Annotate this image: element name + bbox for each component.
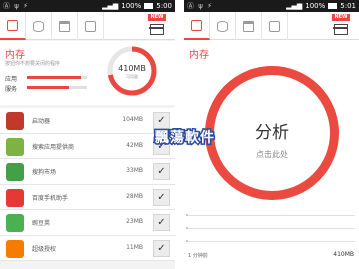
site-watermark: 飄蕩軟件 (153, 128, 216, 146)
memory-total-value: 410MB (118, 64, 146, 73)
database-icon (33, 20, 44, 32)
app-name: 豌豆荚 (32, 220, 51, 227)
status-time-right: 5:01 (340, 2, 356, 10)
app-box-icon (269, 20, 280, 32)
app-select-checkbox[interactable]: ✓ (153, 188, 170, 206)
status-bar: Ⓐ ψ ⚡ ▂▄▆ 100% 5:00 (0, 0, 175, 12)
chip-icon (7, 19, 18, 31)
svg-text:飄蕩軟件: 飄蕩軟件 (154, 129, 215, 146)
home-icon (6, 112, 24, 130)
app-memory-size: 104MB (122, 116, 143, 123)
signal-icon-right: ▂▄▆ (286, 2, 303, 10)
superuser-icon (6, 239, 24, 258)
gift-button-right[interactable]: NEW (330, 13, 352, 39)
new-badge: NEW (148, 14, 166, 21)
status-time: 5:00 (156, 2, 172, 10)
battery-icon (144, 3, 154, 9)
service-usage-bar (27, 86, 87, 89)
app-memory-size: 23MB (126, 218, 143, 225)
trash-icon (243, 20, 254, 32)
app-usage-bar (27, 76, 87, 79)
top-tab-bar: NEW (0, 12, 175, 40)
chart-gridline (188, 215, 355, 216)
battery-icon-right (328, 3, 338, 9)
legend-app: 应用 (5, 76, 18, 83)
battery-percent-right: 100% (305, 2, 326, 10)
tab-apps-right[interactable] (262, 12, 288, 40)
app-name: 搜狗市场 (32, 169, 57, 176)
tab-memory-right[interactable] (184, 12, 210, 40)
status-right-info-right: ▂▄▆ 100% 5:01 (286, 0, 356, 12)
check-icon: ✓ (157, 115, 166, 126)
gift-button[interactable]: NEW (146, 13, 168, 39)
app-row[interactable]: 搜狗市场 33MB ✓ (0, 159, 175, 185)
history-time-label: 1 分钟前 (188, 253, 208, 259)
app-box-icon (85, 20, 96, 32)
signal-icon: ▂▄▆ (102, 2, 119, 10)
status-right-info: ▂▄▆ 100% 5:00 (102, 0, 172, 12)
trash-icon (59, 20, 70, 32)
android-icon (6, 137, 24, 156)
app-usage-fill (27, 76, 81, 79)
memory-summary: 内存 按钮你不想要关闭的程序 应用 服务 410MB 可用量 (0, 41, 175, 105)
app-row[interactable]: 豌豆荚 23MB ✓ (0, 210, 175, 236)
new-badge-right: NEW (332, 14, 350, 21)
battery-percent: 100% (121, 2, 142, 10)
tab-trash-right[interactable] (236, 12, 262, 40)
app-select-checkbox[interactable]: ✓ (153, 112, 170, 129)
chart-tick (186, 227, 188, 229)
tab-storage-right[interactable] (210, 12, 236, 40)
chart-tick (186, 240, 188, 242)
memory-title: 内存 (5, 50, 25, 61)
app-name: 超级授权 (32, 245, 57, 253)
status-system-icons-right: Ⓐ ψ ⚡ (187, 2, 213, 10)
chip-icon (191, 19, 202, 31)
app-name: 搜索应用提供商 (32, 143, 75, 151)
gift-icon (149, 24, 164, 35)
app-memory-size: 33MB (126, 167, 143, 174)
gift-icon (333, 24, 348, 35)
memory-subtitle: 按钮你不想要关闭的程序 (5, 61, 61, 67)
chart-gridline (188, 228, 355, 229)
analyze-hint: 点击此处 (256, 150, 288, 159)
pea-icon (6, 214, 24, 232)
app-select-checkbox[interactable]: ✓ (153, 214, 170, 231)
baidu-icon (6, 188, 24, 207)
legend-service: 服务 (5, 86, 18, 93)
top-tab-bar-right: NEW (184, 12, 359, 40)
service-usage-fill (27, 86, 69, 89)
check-icon: ✓ (157, 217, 166, 228)
market-icon (6, 163, 24, 181)
app-select-checkbox[interactable]: ✓ (153, 239, 170, 257)
tab-apps[interactable] (78, 12, 104, 40)
tab-storage[interactable] (26, 12, 52, 40)
check-icon: ✓ (157, 191, 166, 203)
app-row[interactable]: 百度手机助手 28MB ✓ (0, 184, 175, 210)
status-bar-right: Ⓐ ψ ⚡ ▂▄▆ 100% 5:01 (184, 0, 359, 12)
chart-gridline (188, 241, 355, 242)
app-name: 百度手机助手 (32, 194, 69, 202)
app-memory-size: 28MB (126, 192, 143, 200)
app-select-checkbox[interactable]: ✓ (153, 163, 170, 180)
analyze-page-title: 内存 (189, 50, 209, 61)
check-icon: ✓ (157, 242, 166, 254)
memory-total-unit: 可用量 (126, 74, 138, 79)
history-memory-value: 410MB (333, 251, 354, 258)
screenshot-root: Ⓐ ψ ⚡ ▂▄▆ 100% 5:00 NEW 内存 按钮你不想要关闭的程序 应… (0, 0, 359, 269)
tab-trash[interactable] (52, 12, 78, 40)
app-memory-size: 11MB (126, 243, 143, 251)
chart-tick (186, 214, 188, 216)
memory-history-chart (184, 211, 359, 256)
status-system-icons: Ⓐ ψ ⚡ (3, 2, 29, 10)
app-row[interactable]: 超级授权 11MB ✓ (0, 235, 175, 261)
tab-memory[interactable] (0, 12, 26, 40)
app-name: 启动器 (32, 118, 51, 125)
check-icon: ✓ (157, 166, 166, 177)
database-icon (217, 20, 228, 32)
